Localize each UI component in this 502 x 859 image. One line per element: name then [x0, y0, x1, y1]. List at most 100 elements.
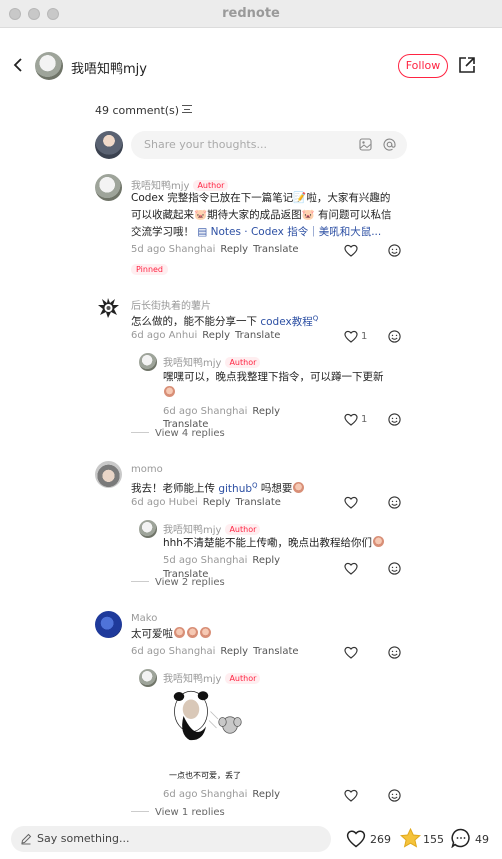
pig-emoji-icon [164, 386, 175, 397]
mention-icon[interactable] [383, 138, 396, 151]
like-icon[interactable] [344, 330, 358, 343]
share-thoughts-input[interactable]: Share your thoughts... [131, 131, 407, 159]
reply-text-line: hhh不清楚能不能上传嘞，晚点出教程给你们 [163, 537, 372, 549]
reply-name[interactable]: 我唔知鸭mjy Author [163, 670, 261, 685]
note-link[interactable]: ▤ Notes · Codex 指令｜美吼和大鼠... [197, 226, 381, 238]
commenter-avatar[interactable] [95, 174, 122, 201]
pencil-icon [21, 833, 32, 845]
pig-emoji-icon [187, 627, 198, 638]
like-icon[interactable] [344, 413, 358, 426]
comment-text-line: 怎么做的，能不能分享一下 codex教程Q [131, 310, 318, 331]
view-replies-button[interactable]: View 2 replies [131, 577, 225, 588]
emoji-reaction-icon[interactable] [388, 330, 401, 343]
translate-button[interactable]: Translate [253, 646, 298, 657]
comment-text: 我去！老师能上传 [131, 482, 219, 495]
reply-emoji-line [163, 385, 176, 402]
sort-icon[interactable] [182, 105, 193, 113]
comment-meta: 6d ago Anhui Reply Translate [131, 330, 280, 341]
reply-button[interactable]: Reply [202, 330, 230, 341]
like-icon[interactable] [344, 496, 358, 509]
like-count: 1 [361, 414, 368, 425]
reply-meta: 5d ago Shanghai Reply [163, 555, 280, 566]
say-something-input[interactable]: Say something... [11, 826, 331, 852]
reply-time-location: 6d ago Shanghai [163, 406, 248, 417]
emoji-reaction-icon[interactable] [388, 496, 401, 509]
emoji-reaction-icon[interactable] [388, 562, 401, 575]
panda-meme-sticker[interactable]: 一点也不可爱，丢了 [161, 689, 257, 785]
reply-text: hhh不清楚能不能上传嘞，晚点出教程给你们 [163, 535, 385, 552]
comment-text-line: 可以收藏起来🐷期待大家的成品返图🐷 有问题可以私信 [131, 209, 392, 221]
star-collect-icon[interactable] [400, 828, 421, 848]
reply-avatar[interactable] [139, 520, 157, 538]
reply-button[interactable]: Reply [220, 646, 248, 657]
share-placeholder: Share your thoughts... [144, 138, 267, 151]
comment-text: 太可爱啦 [131, 628, 173, 640]
image-icon[interactable] [359, 138, 372, 151]
commenter-name[interactable]: Mako [131, 613, 157, 624]
translate-button[interactable]: Translate [235, 330, 280, 341]
author-badge: Author [225, 524, 261, 535]
comment-count[interactable]: 49 comment(s) [95, 104, 193, 117]
emoji-reaction-icon[interactable] [388, 413, 401, 426]
like-icon[interactable] [344, 562, 358, 575]
note-link-text: Notes · Codex 指令｜美吼和大鼠... [210, 226, 382, 238]
view-replies-label: View 4 replies [155, 428, 225, 439]
comment-count-label: 49 comment(s) [95, 104, 180, 117]
like-icon[interactable] [344, 244, 358, 257]
reply-button[interactable]: Reply [203, 497, 231, 508]
follow-button[interactable]: Follow [398, 54, 448, 78]
commenter-avatar[interactable] [95, 461, 122, 488]
reply-button[interactable]: Reply [220, 244, 248, 255]
emoji-reaction-icon[interactable] [388, 244, 401, 257]
pig-emoji-icon [200, 627, 211, 638]
comment-text: 怎么做的，能不能分享一下 [131, 315, 261, 328]
reply-name-text: 我唔知鸭mjy [163, 358, 222, 369]
reply-name[interactable]: 我唔知鸭mjy Author [163, 521, 261, 536]
search-link[interactable]: githubQ [218, 481, 257, 495]
search-link-text: codex教程 [260, 315, 313, 328]
view-replies-label: View 2 replies [155, 577, 225, 588]
title-bar: rednote [0, 0, 502, 28]
reply-avatar[interactable] [139, 669, 157, 687]
like-icon[interactable] [344, 646, 358, 659]
emoji-reaction-icon[interactable] [388, 789, 401, 802]
like-note-icon[interactable] [346, 829, 366, 848]
emoji-reaction-icon[interactable] [388, 646, 401, 659]
reply-button[interactable]: Reply [252, 555, 280, 566]
comment-time-location: 5d ago Shanghai [131, 244, 216, 255]
comment-text-line: 太可爱啦 [131, 626, 212, 643]
sticker-caption: 一点也不可爱，丢了 [169, 771, 241, 780]
search-link[interactable]: codex教程Q [260, 314, 318, 328]
comment-bubble-icon[interactable] [451, 828, 471, 848]
comment-meta: 6d ago Hubei Reply Translate [131, 497, 281, 508]
reply-meta: 6d ago Shanghai Reply [163, 789, 280, 800]
back-arrow-icon[interactable] [12, 58, 26, 72]
commenter-name[interactable]: momo [131, 464, 163, 475]
window-title: rednote [222, 6, 280, 21]
pig-emoji-icon [293, 481, 305, 493]
comment-time-location: 6d ago Shanghai [131, 646, 216, 657]
note-like-count: 269 [370, 833, 391, 846]
reply-button[interactable]: Reply [252, 406, 280, 417]
my-avatar [95, 131, 123, 159]
translate-button[interactable]: Translate [253, 244, 298, 255]
reply-name[interactable]: 我唔知鸭mjy Author [163, 354, 261, 369]
author-avatar[interactable] [35, 52, 63, 80]
reply-avatar[interactable] [139, 353, 157, 371]
view-replies-button[interactable]: View 4 replies [131, 428, 225, 439]
note-comment-count: 49 [475, 833, 489, 846]
comment-meta: 6d ago Shanghai Reply Translate [131, 646, 299, 657]
translate-button[interactable]: Translate [236, 497, 281, 508]
like-icon[interactable] [344, 789, 358, 802]
pinned-badge: Pinned [131, 264, 169, 275]
commenter-avatar[interactable] [95, 294, 122, 321]
share-icon[interactable] [458, 56, 476, 74]
pig-emoji-icon [174, 627, 185, 638]
commenter-avatar[interactable] [95, 611, 122, 638]
reply-time-location: 5d ago Shanghai [163, 555, 248, 566]
author-name[interactable]: 我唔知鸭mjy [71, 58, 147, 77]
reply-button[interactable]: Reply [252, 789, 280, 800]
comment-text-line: Codex 完整指令已放在下一篇笔记📝啦，大家有兴趣的 [131, 192, 391, 204]
search-link-text: github [218, 482, 253, 495]
note-header: 我唔知鸭mjy Follow [0, 28, 502, 104]
